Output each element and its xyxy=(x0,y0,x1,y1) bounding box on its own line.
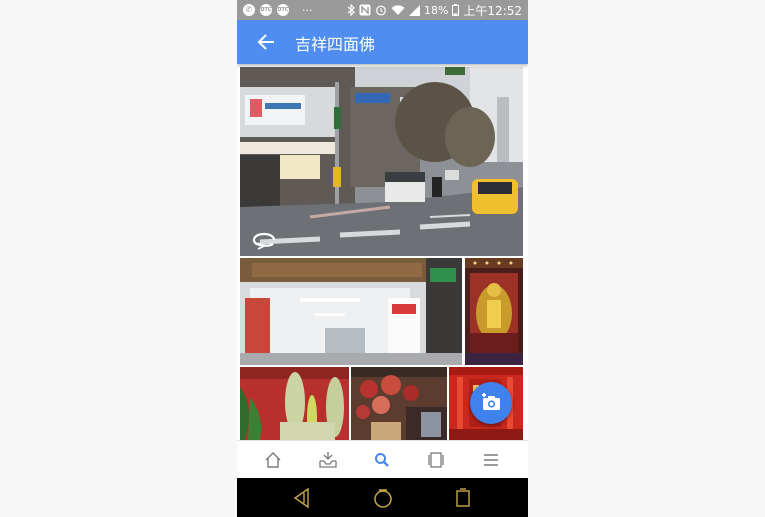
recents-icon xyxy=(456,488,470,507)
status-bar: ✆ DTC DTC ··· 18% 上午12:52 xyxy=(237,0,528,20)
phone-screen: ✆ DTC DTC ··· 18% 上午12:52 吉祥四面佛 xyxy=(237,0,528,517)
search-icon xyxy=(375,453,389,467)
arrow-back-icon[interactable] xyxy=(255,31,277,53)
flowers-photo[interactable] xyxy=(240,367,349,440)
temple-entrance-photo[interactable] xyxy=(240,258,462,365)
whatsapp-icon: ✆ xyxy=(243,4,255,16)
nav-search[interactable] xyxy=(362,441,402,479)
flower-offerings-photo[interactable] xyxy=(351,367,447,440)
bottom-navigation xyxy=(237,440,528,479)
nav-menu[interactable] xyxy=(471,441,511,479)
system-navigation-bar xyxy=(237,478,528,517)
status-left-icons: ✆ DTC DTC ··· xyxy=(243,0,313,20)
more-icon: ··· xyxy=(302,3,313,17)
system-home-button[interactable] xyxy=(368,484,398,512)
nfc-icon xyxy=(359,4,371,16)
signal-icon xyxy=(408,4,420,16)
system-recents-button[interactable] xyxy=(448,484,478,512)
wifi-icon xyxy=(391,4,405,15)
system-back-button[interactable] xyxy=(287,484,317,512)
alarm-icon xyxy=(376,5,386,16)
status-right-icons: 18% 上午12:52 xyxy=(347,0,522,20)
dtc-icon: DTC xyxy=(260,4,272,16)
nav-home[interactable] xyxy=(253,441,293,479)
home-circle-icon xyxy=(374,489,392,508)
bluetooth-icon xyxy=(347,4,355,16)
menu-icon xyxy=(484,454,498,466)
buddha-statue-photo[interactable] xyxy=(465,258,523,365)
add-photo-button[interactable] xyxy=(470,382,512,424)
clock-time: 上午12:52 xyxy=(463,3,522,18)
back-icon xyxy=(293,487,309,509)
app-bar: 吉祥四面佛 xyxy=(237,20,528,64)
dtc-icon: DTC xyxy=(277,4,289,16)
battery-percent: 18% xyxy=(423,3,449,17)
nav-cards[interactable] xyxy=(416,441,456,479)
inbox-icon xyxy=(319,452,337,468)
cards-icon xyxy=(428,452,444,468)
street-view-photo[interactable] xyxy=(240,67,523,256)
battery-icon xyxy=(452,4,460,16)
page-title: 吉祥四面佛 xyxy=(295,35,376,54)
add-photo-icon xyxy=(482,393,500,410)
home-icon xyxy=(265,452,281,468)
nav-inbox[interactable] xyxy=(308,441,348,479)
